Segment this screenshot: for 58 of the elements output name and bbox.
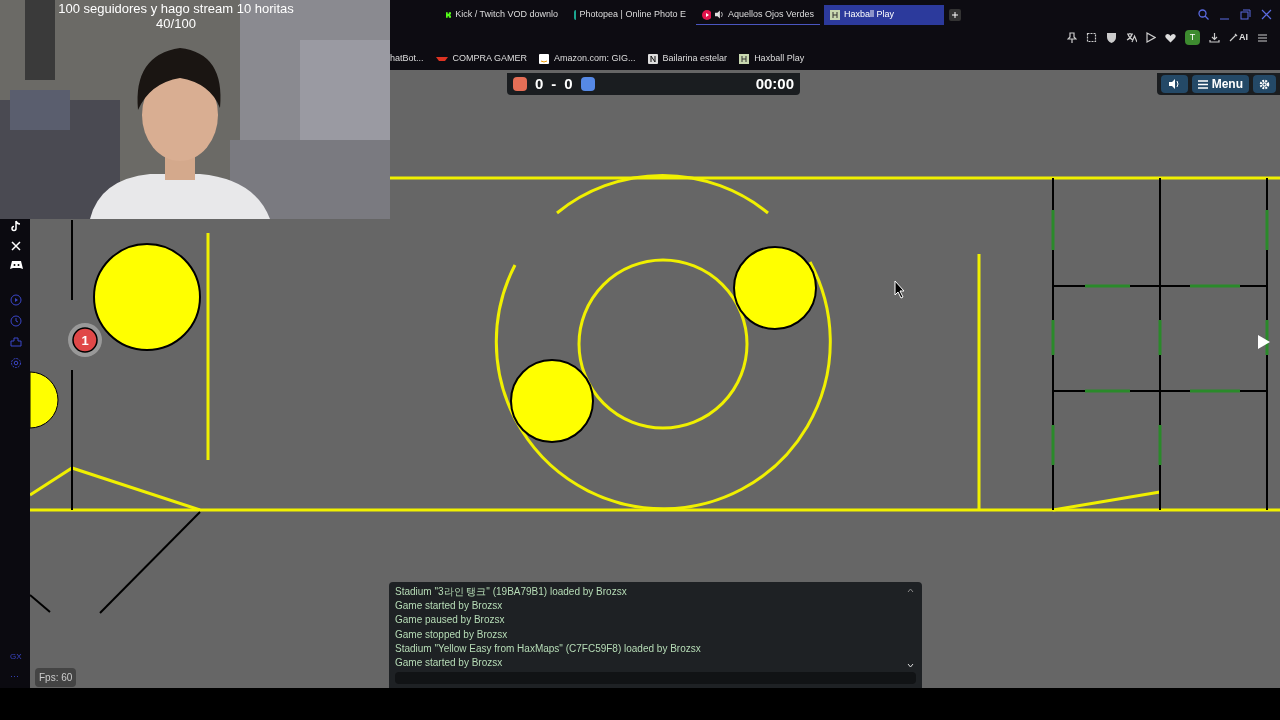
screenshot-icon[interactable] xyxy=(1086,32,1097,43)
chat-message: Stadium "3라인 탱크" (19BA79B1) loaded by Brozsx xyxy=(395,585,627,599)
chat-message: Game started by Brozsx xyxy=(395,656,503,670)
chat-message: Game paused by Brozsx xyxy=(395,613,505,628)
menu-button[interactable]: Menu xyxy=(1191,75,1249,93)
play-icon[interactable] xyxy=(1146,32,1156,43)
team-marker xyxy=(580,77,595,91)
browser-tab[interactable]: Photopea | Online Photo E xyxy=(568,5,692,25)
new-tab-button[interactable] xyxy=(949,9,961,21)
chevron-up-icon[interactable] xyxy=(907,588,914,593)
translate-icon[interactable] xyxy=(1126,32,1137,43)
music-note-icon[interactable] xyxy=(11,220,21,232)
sound-button[interactable] xyxy=(1160,75,1188,93)
shield-icon[interactable] xyxy=(1106,32,1117,43)
chat-message: Game stopped by Brozsx xyxy=(395,627,508,642)
bookmark[interactable]: Haxball Play xyxy=(739,52,805,66)
team-score: 0 xyxy=(535,73,544,94)
search-icon[interactable] xyxy=(1198,9,1209,20)
score-separator: - xyxy=(551,73,557,94)
x-icon[interactable] xyxy=(11,241,21,251)
profile-avatar[interactable]: T xyxy=(1185,30,1200,45)
browser-tab[interactable]: Kick / Twitch VOD downlo xyxy=(440,5,564,25)
game-timer: 00:00 xyxy=(755,73,794,94)
fps-counter: Fps: 60 xyxy=(35,668,77,687)
browser-tab[interactable]: Aquellos Ojos Verdes xyxy=(696,5,820,25)
player-disc xyxy=(68,323,102,357)
game-controller-icon[interactable] xyxy=(9,260,23,270)
stream-goal-text: 100 seguidores y hago stream 10 horitas 40/100 xyxy=(57,1,295,31)
player-number: 1 xyxy=(81,333,89,348)
heart-icon[interactable] xyxy=(1165,32,1176,43)
ai-button[interactable]: AI xyxy=(1229,30,1248,45)
menu-icon xyxy=(1197,79,1208,89)
speaker-icon xyxy=(714,10,724,19)
bookmark[interactable]: COMPRA GAMER xyxy=(435,52,528,66)
team-score: 0 xyxy=(564,73,573,94)
wand-icon xyxy=(1229,33,1238,42)
bookmark[interactable]: Bailarina estelar xyxy=(647,52,728,66)
chat-message: Game started by Brozsx xyxy=(395,599,503,614)
menu-icon[interactable] xyxy=(1257,32,1268,43)
play-icon xyxy=(1258,335,1270,349)
settings-button[interactable] xyxy=(1253,75,1276,93)
bookmark-icon xyxy=(647,53,658,64)
bookmark[interactable]: hatBot... xyxy=(390,52,424,66)
bookmark[interactable]: Amazon.com: GIG... xyxy=(539,52,636,66)
bookmark-icon xyxy=(539,53,550,64)
bookmark-icon xyxy=(435,54,448,63)
restore-icon[interactable] xyxy=(1240,9,1251,20)
bookmark-icon xyxy=(739,53,750,64)
browser-tab[interactable]: Haxball Play xyxy=(824,5,944,25)
chat-message: Stadium "Yellow Easy from HaxMaps" (C7FC59F8) loaded by Brozsx xyxy=(395,641,701,656)
speaker-icon xyxy=(1168,79,1180,89)
close-icon[interactable] xyxy=(1261,9,1272,20)
team-marker xyxy=(513,77,527,91)
download-icon[interactable] xyxy=(1209,32,1220,43)
chevron-down-icon[interactable] xyxy=(907,663,914,668)
pin-icon[interactable] xyxy=(1067,32,1077,43)
settings-icon xyxy=(1259,78,1270,90)
cursor-icon xyxy=(894,280,905,299)
